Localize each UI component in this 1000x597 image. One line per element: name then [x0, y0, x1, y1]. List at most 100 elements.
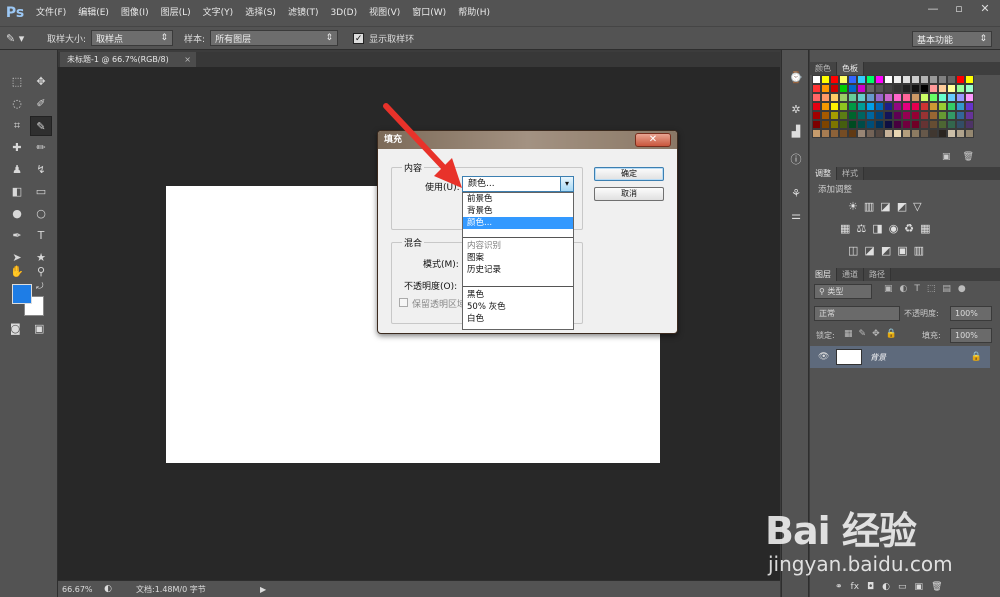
color-swatch[interactable]	[947, 129, 956, 138]
info-panel-icon[interactable]: ⓘ	[786, 150, 806, 170]
color-swatch[interactable]	[965, 84, 974, 93]
color-swatch[interactable]	[839, 93, 848, 102]
color-swatch[interactable]	[893, 111, 902, 120]
tab-swatches[interactable]: 色板	[837, 62, 864, 75]
color-swatch[interactable]	[929, 102, 938, 111]
smart-filter-icon[interactable]: ▤	[942, 284, 951, 294]
tab-close-icon[interactable]: ×	[184, 52, 191, 67]
color-swatch[interactable]	[812, 84, 821, 93]
option-pattern[interactable]: 图案	[463, 252, 573, 264]
color-swatch[interactable]	[956, 129, 965, 138]
brush-panel-icon[interactable]: ⚘	[786, 184, 806, 204]
color-swatch[interactable]	[920, 120, 929, 129]
color-swatch[interactable]	[965, 129, 974, 138]
tab-channels[interactable]: 通道	[837, 268, 864, 281]
color-swatch[interactable]	[920, 111, 929, 120]
color-swatch[interactable]	[866, 75, 875, 84]
color-swatch[interactable]	[821, 84, 830, 93]
history-brush-tool-icon[interactable]: ↯	[30, 160, 52, 180]
gradient-tool-icon[interactable]: ▭	[30, 182, 52, 202]
minimize-button[interactable]: —	[920, 0, 946, 18]
color-swatch[interactable]	[848, 102, 857, 111]
visibility-eye-icon[interactable]: 👁	[818, 352, 829, 362]
color-swatch[interactable]	[875, 129, 884, 138]
color-swatch[interactable]	[902, 129, 911, 138]
color-swatch[interactable]	[911, 129, 920, 138]
photo-filter-icon[interactable]: ◉	[889, 222, 899, 235]
color-swatch[interactable]	[875, 102, 884, 111]
maximize-button[interactable]: ▫	[946, 0, 972, 18]
color-swatch[interactable]	[938, 84, 947, 93]
option-color[interactable]: 颜色...	[463, 217, 573, 229]
color-swatch[interactable]	[866, 102, 875, 111]
foreground-color-swatch[interactable]	[12, 284, 32, 304]
preserve-transparency-checkbox[interactable]	[399, 298, 408, 307]
shape-filter-icon[interactable]: ⬚	[927, 284, 936, 294]
color-swatch[interactable]	[830, 93, 839, 102]
option-black[interactable]: 黑色	[463, 289, 573, 301]
color-swatch[interactable]	[821, 129, 830, 138]
color-swatch[interactable]	[875, 120, 884, 129]
color-swatch[interactable]	[848, 93, 857, 102]
color-swatch[interactable]	[902, 120, 911, 129]
color-swatch[interactable]	[830, 111, 839, 120]
eraser-tool-icon[interactable]: ◧	[6, 182, 28, 202]
status-menu-arrow-icon[interactable]: ▶	[260, 585, 266, 594]
screen-mode-icon[interactable]: ▣	[34, 322, 44, 335]
menu-select[interactable]: 选择(S)	[239, 0, 282, 26]
use-select[interactable]: 颜色... ▾	[462, 176, 574, 192]
zoom-tool-icon[interactable]: ⚲	[30, 262, 52, 282]
color-swatch[interactable]	[857, 129, 866, 138]
fill-field[interactable]: 100%	[950, 328, 992, 343]
color-swatch[interactable]	[866, 120, 875, 129]
tool-presets-icon[interactable]: ✲	[786, 100, 806, 120]
color-swatch[interactable]	[911, 120, 920, 129]
marquee-tool-icon[interactable]: ⬚	[6, 72, 28, 92]
color-swatch[interactable]	[911, 111, 920, 120]
color-swatch[interactable]	[812, 102, 821, 111]
hue-saturation-icon[interactable]: ▦	[840, 222, 850, 235]
color-swatch[interactable]	[893, 75, 902, 84]
color-swatch[interactable]	[911, 84, 920, 93]
status-info-icon[interactable]: ◐	[100, 584, 116, 594]
color-swatch[interactable]	[938, 102, 947, 111]
lock-position-icon[interactable]: ✥	[872, 329, 880, 339]
eyedropper-tool-icon[interactable]: ✎	[30, 116, 52, 136]
invert-icon[interactable]: ◫	[848, 244, 858, 257]
type-tool-icon[interactable]: T	[30, 226, 52, 246]
color-swatch[interactable]	[857, 75, 866, 84]
color-swatch[interactable]	[848, 84, 857, 93]
history-panel-icon[interactable]: ⌚	[786, 68, 806, 88]
brightness-icon[interactable]: ☀	[848, 200, 858, 213]
menu-layer[interactable]: 图层(L)	[155, 0, 197, 26]
menu-window[interactable]: 窗口(W)	[406, 0, 452, 26]
color-swatch[interactable]	[866, 111, 875, 120]
color-swatch[interactable]	[839, 102, 848, 111]
quick-mask-icon[interactable]: ◙	[10, 322, 21, 335]
color-swatch[interactable]	[956, 120, 965, 129]
posterize-icon[interactable]: ◪	[864, 244, 874, 257]
lasso-tool-icon[interactable]: ◌	[6, 94, 28, 114]
color-swatch[interactable]	[902, 93, 911, 102]
color-balance-icon[interactable]: ⚖	[856, 222, 866, 235]
color-swatch[interactable]	[893, 102, 902, 111]
color-swatch[interactable]	[884, 111, 893, 120]
gradient-map-icon[interactable]: ▥	[914, 244, 924, 257]
delete-swatch-icon[interactable]: 🗑	[963, 152, 974, 162]
color-swatch[interactable]	[929, 75, 938, 84]
color-swatch[interactable]	[848, 111, 857, 120]
color-swatch[interactable]	[965, 102, 974, 111]
sample-size-select[interactable]: 取样点 ⇕	[91, 30, 174, 46]
cancel-button[interactable]: 取消	[594, 187, 664, 201]
filter-toggle-icon[interactable]: ●	[958, 284, 966, 294]
color-swatch[interactable]	[911, 93, 920, 102]
color-swatch[interactable]	[839, 129, 848, 138]
color-swatch[interactable]	[902, 111, 911, 120]
curves-icon[interactable]: ◪	[880, 200, 890, 213]
crop-tool-icon[interactable]: ⌗	[6, 116, 28, 136]
color-swatch[interactable]	[830, 84, 839, 93]
menu-filter[interactable]: 滤镜(T)	[282, 0, 325, 26]
tab-adjustments[interactable]: 调整	[810, 167, 837, 180]
document-tab[interactable]: 未标题-1 @ 66.7%(RGB/8) ×	[60, 52, 196, 67]
color-swatch[interactable]	[866, 84, 875, 93]
